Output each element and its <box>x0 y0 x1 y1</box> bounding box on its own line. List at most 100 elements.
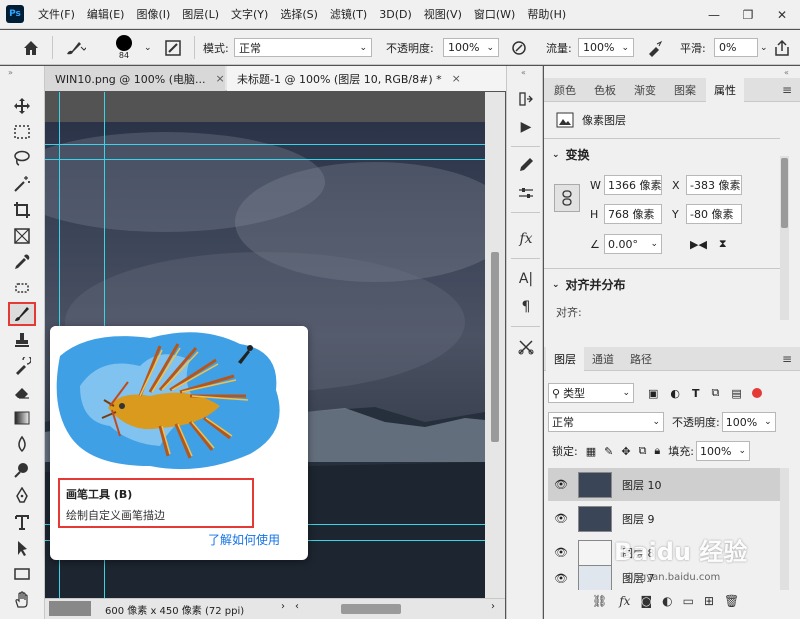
close-icon[interactable]: ✕ <box>766 0 798 29</box>
spot-healing-icon[interactable] <box>8 276 36 300</box>
minimize-icon[interactable]: — <box>698 0 730 29</box>
rectangle-tool-icon[interactable] <box>8 562 36 586</box>
eye-icon[interactable]: 👁︎ <box>548 478 574 491</box>
collapse-icon[interactable]: « <box>521 68 526 77</box>
delete-layer-icon[interactable]: 🗑︎ <box>724 594 739 608</box>
height-input[interactable]: 768 像素 <box>604 204 662 224</box>
eye-icon[interactable]: 👁︎ <box>548 546 574 559</box>
eye-icon[interactable]: 👁︎ <box>548 512 574 525</box>
x-input[interactable]: -383 像素 <box>686 175 742 195</box>
menu-select[interactable]: 选择(S) <box>274 6 324 22</box>
lock-transparent-icon[interactable]: ▦ <box>586 445 596 458</box>
chevron-down-icon[interactable]: ⌄ <box>144 30 152 65</box>
tab-swatches[interactable]: 色板 <box>586 78 624 102</box>
fx-icon[interactable]: fx <box>619 594 630 608</box>
hand-tool-icon[interactable] <box>8 588 36 612</box>
angle-input[interactable]: 0.00° ⌄ <box>604 234 662 254</box>
tab-channels[interactable]: 通道 <box>584 347 622 371</box>
menu-filter[interactable]: 滤镜(T) <box>324 6 373 22</box>
type-tool-icon[interactable] <box>8 510 36 534</box>
move-tool-icon[interactable] <box>8 94 36 118</box>
gradient-tool-icon[interactable] <box>8 406 36 430</box>
transform-section-header[interactable]: ⌄ 变换 <box>552 146 590 163</box>
eye-icon[interactable]: 👁︎ <box>548 572 574 585</box>
lock-artboard-icon[interactable]: ⧉ <box>639 444 647 458</box>
actions-play-icon[interactable]: ▶ <box>515 116 537 138</box>
lasso-tool-icon[interactable] <box>8 146 36 170</box>
frame-tool-icon[interactable] <box>8 224 36 248</box>
align-section-header[interactable]: ⌄ 对齐并分布 <box>552 276 626 293</box>
filter-shape-icon[interactable]: ⧉ <box>712 386 720 400</box>
menu-edit[interactable]: 编辑(E) <box>81 6 131 22</box>
dodge-tool-icon[interactable] <box>8 458 36 482</box>
filter-adjustment-icon[interactable]: ◐ <box>670 387 680 400</box>
eyedropper-icon[interactable] <box>8 250 36 274</box>
maximize-icon[interactable]: ❐ <box>732 0 764 29</box>
layer-opacity-input[interactable]: 100% ⌄ <box>721 412 776 432</box>
chevron-down-icon[interactable]: ⌄ <box>760 30 768 65</box>
pen-tool-icon[interactable] <box>8 484 36 508</box>
layer-row[interactable]: 👁︎ 图层 10 <box>548 468 780 501</box>
menu-layer[interactable]: 图层(L) <box>176 6 225 22</box>
layer-row[interactable]: 👁︎ 图层 9 <box>548 502 780 535</box>
tab-untitled-1[interactable]: 未标题-1 @ 100% (图层 10, RGB/8#) * × <box>227 66 507 91</box>
menu-view[interactable]: 视图(V) <box>418 6 468 22</box>
character-panel-icon[interactable]: A| <box>515 268 537 290</box>
tools-panel-icon[interactable] <box>515 336 537 358</box>
menu-file[interactable]: 文件(F) <box>32 6 81 22</box>
tab-patterns[interactable]: 图案 <box>666 78 704 102</box>
scrollbar-thumb[interactable] <box>491 252 499 442</box>
menu-type[interactable]: 文字(Y) <box>225 6 274 22</box>
collapse-icon[interactable]: « <box>784 68 789 77</box>
scrollbar-thumb[interactable] <box>781 158 788 228</box>
menu-3d[interactable]: 3D(D) <box>373 8 418 21</box>
link-dimensions-icon[interactable] <box>554 184 580 212</box>
new-adjustment-icon[interactable]: ◐ <box>662 594 672 608</box>
panel-menu-icon[interactable]: ≡ <box>782 352 792 366</box>
tab-gradients[interactable]: 渐变 <box>626 78 664 102</box>
path-selection-icon[interactable] <box>8 536 36 560</box>
pressure-opacity-icon[interactable] <box>510 30 528 65</box>
flip-vertical-icon[interactable]: ⧗ <box>719 237 727 251</box>
status-menu-icon[interactable]: › <box>281 601 285 612</box>
panel-menu-icon[interactable]: ≡ <box>782 83 792 97</box>
marquee-tool-icon[interactable] <box>8 120 36 144</box>
layer-filter-select[interactable]: ⚲ 类型 ⌄ <box>548 383 634 403</box>
adjustments-panel-icon[interactable] <box>515 182 537 204</box>
brush-tool-icon[interactable] <box>8 302 36 326</box>
brush-size-picker[interactable]: 84 <box>116 30 132 65</box>
filter-pixel-icon[interactable]: ▣ <box>648 387 658 400</box>
zoom-field[interactable] <box>49 601 91 616</box>
new-layer-icon[interactable]: ⊞ <box>704 594 714 608</box>
close-icon[interactable]: × <box>452 72 461 85</box>
magic-wand-icon[interactable] <box>8 172 36 196</box>
tab-win10[interactable]: WIN10.png @ 100% (电脑... × <box>45 66 225 91</box>
menu-help[interactable]: 帮助(H) <box>521 6 572 22</box>
width-input[interactable]: 1366 像素 <box>604 175 662 195</box>
lock-position-icon[interactable]: ✥ <box>621 445 630 458</box>
learn-how-link[interactable]: 了解如何使用 <box>208 531 280 548</box>
clone-stamp-icon[interactable] <box>8 328 36 352</box>
filter-smart-object-icon[interactable]: ▤ <box>731 387 741 400</box>
new-group-icon[interactable]: ▭ <box>683 594 694 608</box>
collapse-icon[interactable]: » <box>8 68 13 77</box>
menu-window[interactable]: 窗口(W) <box>468 6 521 22</box>
history-panel-icon[interactable] <box>515 88 537 110</box>
tab-paths[interactable]: 路径 <box>622 347 660 371</box>
filter-type-icon[interactable]: T <box>692 387 700 400</box>
blend-mode-select[interactable]: 正常 ⌄ <box>548 412 664 432</box>
link-layers-icon[interactable]: ⛓ <box>592 594 607 608</box>
scroll-left-icon[interactable]: ‹ <box>295 601 299 612</box>
filter-toggle-icon[interactable] <box>751 388 762 398</box>
flip-horizontal-icon[interactable]: ▶◀ <box>690 238 707 251</box>
close-icon[interactable]: × <box>216 72 225 85</box>
mode-select[interactable]: 正常 ⌄ <box>234 38 372 57</box>
smoothing-input[interactable]: 0% <box>714 38 758 57</box>
paragraph-panel-icon[interactable]: ¶ <box>515 296 537 318</box>
tab-properties[interactable]: 属性 <box>706 78 744 102</box>
eraser-icon[interactable] <box>8 380 36 404</box>
home-icon[interactable] <box>22 30 40 65</box>
fx-styles-icon[interactable]: fx <box>515 228 537 250</box>
fill-input[interactable]: 100% ⌄ <box>696 441 750 461</box>
history-brush-icon[interactable] <box>8 354 36 378</box>
